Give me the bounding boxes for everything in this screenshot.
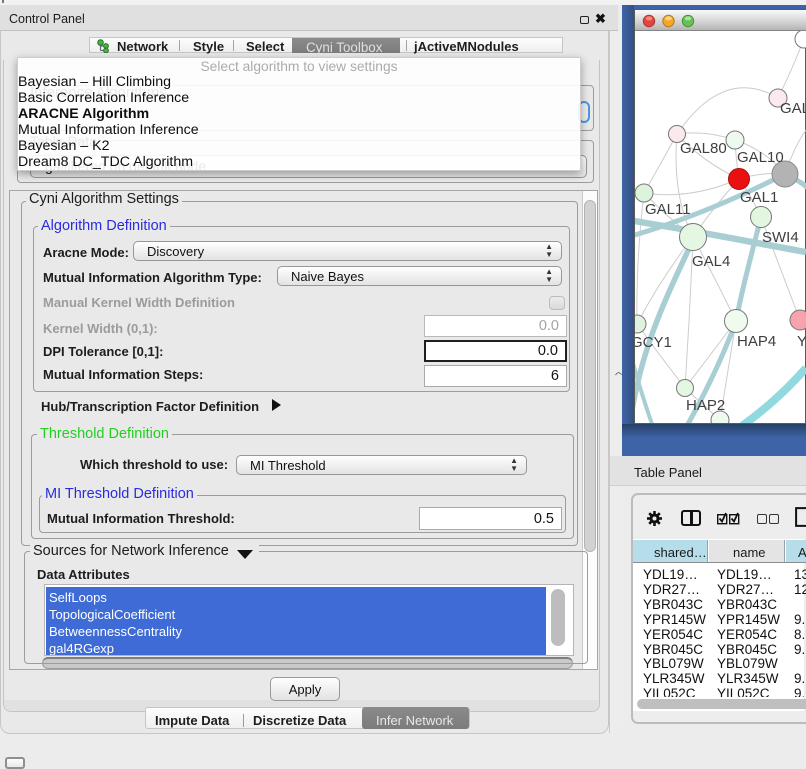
svg-text:HAP4: HAP4 — [737, 333, 776, 350]
svg-text:GAL11: GAL11 — [645, 201, 691, 218]
svg-text:GAL: GAL — [780, 100, 806, 117]
svg-text:HAP2: HAP2 — [686, 397, 725, 414]
svg-text:GAL10: GAL10 — [737, 149, 784, 166]
svg-text:GCY1: GCY1 — [635, 334, 672, 351]
svg-text:Y: Y — [797, 333, 806, 350]
svg-text:GAL80: GAL80 — [680, 140, 727, 157]
svg-text:GAL1: GAL1 — [740, 189, 778, 206]
svg-text:SWI4: SWI4 — [762, 229, 799, 246]
svg-text:GAL4: GAL4 — [692, 253, 730, 270]
